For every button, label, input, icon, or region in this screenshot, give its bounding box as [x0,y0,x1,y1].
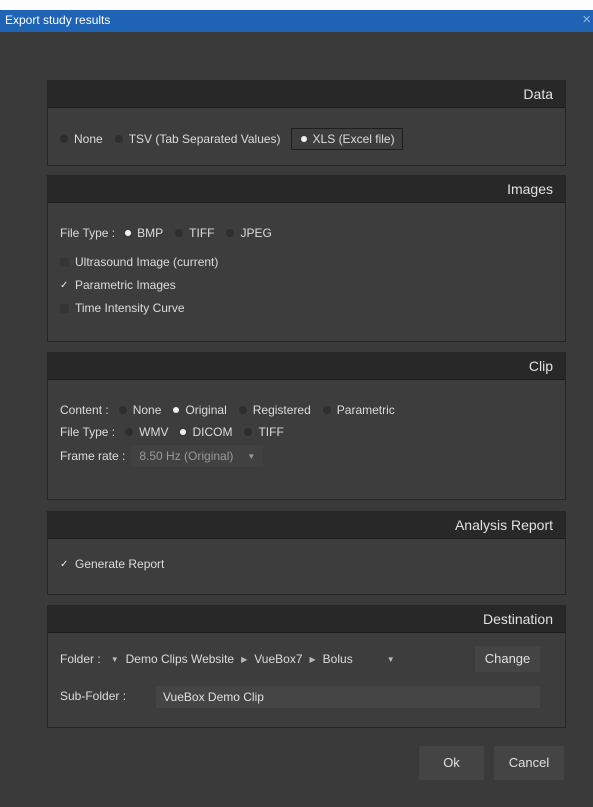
checkbox-parametric-images[interactable]: ✓ Parametric Images [60,278,176,292]
destination-section: Destination Folder : ▼ Demo Clips Websit… [47,605,566,728]
clip-section: Clip Content : None Original Registered … [47,352,566,500]
cancel-button[interactable]: Cancel [494,746,564,780]
data-section-title: Data [48,81,565,108]
radio-selected-icon [180,429,187,435]
window-title: Export study results [5,13,111,27]
radio-selected-icon [173,407,180,413]
subfolder-label: Sub-Folder : [60,689,127,703]
chevron-right-icon: ▶ [309,654,316,664]
image-type-tiff[interactable]: TIFF [175,226,214,240]
data-option-xls[interactable]: XLS (Excel file) [290,128,403,150]
clip-type-dicom[interactable]: DICOM [180,425,232,439]
checkbox-unchecked-icon [60,303,69,313]
radio-icon [60,135,68,143]
image-file-type-label: File Type : [60,226,116,240]
folder-label: Folder : [60,652,101,666]
subfolder-input[interactable]: VueBox Demo Clip [156,686,540,708]
window-titlebar: Export study results × [0,0,593,32]
chevron-down-icon: ▼ [110,654,119,664]
image-type-jpeg[interactable]: JPEG [226,226,272,240]
image-type-bmp[interactable]: BMP [125,226,163,240]
analysis-report-section: Analysis Report ✓ Generate Report [47,511,566,595]
radio-icon [114,135,123,143]
chevron-right-icon: ▶ [241,654,248,664]
ok-button[interactable]: Ok [419,746,484,780]
destination-title: Destination [48,606,565,633]
data-section: Data None TSV (Tab Separated Values) XLS… [47,80,566,166]
checkbox-time-intensity-curve[interactable]: Time Intensity Curve [60,301,185,315]
chevron-down-icon: ▼ [386,654,395,664]
path-segment[interactable]: VueBox7 [254,652,302,666]
clip-content-label: Content : [60,403,109,417]
radio-icon [226,229,235,237]
folder-path-dropdown[interactable]: ▼ Demo Clips Website ▶ VueBox7 ▶ Bolus ▼ [110,646,402,672]
checkbox-ultrasound-image[interactable]: Ultrasound Image (current) [60,255,218,269]
radio-icon [118,406,127,414]
radio-icon [175,229,184,237]
clip-content-parametric[interactable]: Parametric [322,403,395,417]
checkbox-generate-report[interactable]: ✓ Generate Report [60,557,164,571]
chevron-down-icon: ▼ [247,451,256,461]
radio-icon [322,406,331,414]
radio-icon [125,428,134,436]
clip-content-none[interactable]: None [118,403,161,417]
analysis-report-title: Analysis Report [48,512,565,539]
path-segment[interactable]: Bolus [323,652,353,666]
data-option-tsv[interactable]: TSV (Tab Separated Values) [114,132,281,146]
clip-file-type-label: File Type : [60,425,116,439]
checkmark-icon: ✓ [60,558,69,570]
close-icon[interactable]: × [582,11,591,28]
clip-type-tiff[interactable]: TIFF [244,425,284,439]
radio-icon [238,406,247,414]
clip-content-registered[interactable]: Registered [238,403,311,417]
checkbox-unchecked-icon [60,257,69,267]
radio-icon [244,428,253,436]
frame-rate-label: Frame rate : [60,449,126,463]
change-button[interactable]: Change [475,646,540,672]
radio-selected-icon [300,136,307,142]
path-segment[interactable]: Demo Clips Website [126,652,234,666]
clip-section-title: Clip [48,353,565,380]
checkmark-icon: ✓ [60,279,69,291]
frame-rate-dropdown[interactable]: 8.50 Hz (Original) ▼ [131,445,264,467]
images-section: Images File Type : BMP TIFF JPEG Ultraso… [47,175,566,342]
clip-type-wmv[interactable]: WMV [125,425,168,439]
clip-content-original[interactable]: Original [173,403,227,417]
radio-selected-icon [125,230,132,236]
images-section-title: Images [48,176,565,203]
data-option-none[interactable]: None [60,132,103,146]
